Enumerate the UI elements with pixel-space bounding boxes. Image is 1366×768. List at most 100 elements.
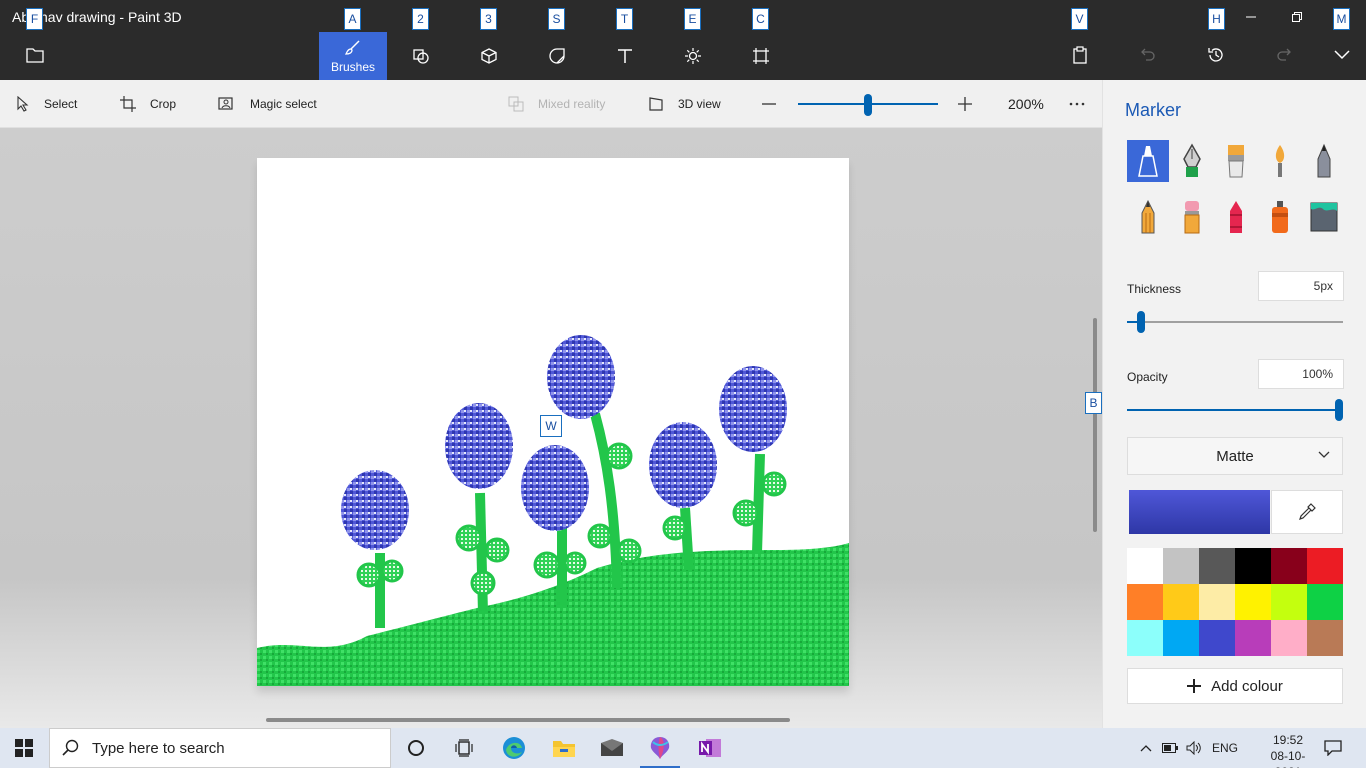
palette-swatch[interactable] <box>1199 584 1235 620</box>
3d-view-button[interactable]: 3D view <box>648 80 721 128</box>
history-button[interactable] <box>1201 40 1231 70</box>
minimize-button[interactable] <box>1228 4 1274 30</box>
minimize-icon <box>1246 16 1256 18</box>
battery-indicator[interactable] <box>1162 728 1178 768</box>
thickness-slider-thumb[interactable] <box>1137 311 1146 333</box>
palette-swatch[interactable] <box>1127 584 1163 620</box>
calligraphy-pen-brush[interactable] <box>1171 140 1213 182</box>
palette-swatch[interactable] <box>1127 548 1163 584</box>
task-view-button[interactable] <box>440 728 488 768</box>
restore-button[interactable] <box>1274 4 1320 30</box>
onenote-app[interactable] <box>686 728 734 768</box>
task-view-icon <box>455 739 473 757</box>
more-options-button[interactable] <box>1069 80 1099 128</box>
edge-app[interactable] <box>490 728 538 768</box>
palette-swatch[interactable] <box>1235 548 1271 584</box>
palette-swatch[interactable] <box>1271 620 1307 656</box>
notifications-button[interactable] <box>1324 728 1342 768</box>
palette-swatch[interactable] <box>1307 548 1343 584</box>
zoom-value: 200% <box>1008 96 1044 112</box>
horizontal-scrollbar[interactable] <box>266 718 790 722</box>
oil-brush-icon <box>1228 145 1244 178</box>
clipboard-icon <box>1073 46 1087 64</box>
cortana-button[interactable] <box>392 728 440 768</box>
magic-select-button[interactable]: Magic select <box>218 80 317 128</box>
brush-icon <box>344 39 360 55</box>
tab-stickers[interactable] <box>523 32 591 80</box>
crayon-brush[interactable] <box>1215 196 1257 238</box>
tab-text[interactable] <box>591 32 659 80</box>
fill-brush[interactable] <box>1303 196 1345 238</box>
palette-swatch[interactable] <box>1271 584 1307 620</box>
spray-can-brush[interactable] <box>1259 196 1301 238</box>
palette-swatch[interactable] <box>1199 620 1235 656</box>
palette-swatch[interactable] <box>1235 620 1271 656</box>
redo-button[interactable] <box>1269 40 1299 70</box>
crop-icon <box>120 96 136 112</box>
oil-brush[interactable] <box>1215 140 1257 182</box>
clock[interactable]: 19:52 08-10-2021 <box>1260 732 1316 768</box>
zoom-in-button[interactable] <box>957 80 987 128</box>
tab-brushes[interactable]: Brushes <box>319 32 387 80</box>
thickness-input[interactable]: 5px <box>1258 271 1344 301</box>
vertical-scrollbar[interactable] <box>1093 318 1097 532</box>
pencil-brush[interactable] <box>1127 196 1169 238</box>
palette-swatch[interactable] <box>1163 620 1199 656</box>
palette-swatch[interactable] <box>1235 584 1271 620</box>
mail-app[interactable] <box>588 728 636 768</box>
palette-swatch[interactable] <box>1163 548 1199 584</box>
keytip-2d-shapes: 2 <box>412 8 429 30</box>
palette-swatch[interactable] <box>1307 584 1343 620</box>
finish-value: Matte <box>1216 447 1254 465</box>
palette-swatch[interactable] <box>1199 548 1235 584</box>
palette-swatch[interactable] <box>1307 620 1343 656</box>
palette-swatch[interactable] <box>1127 620 1163 656</box>
crayon-icon <box>1230 201 1242 233</box>
watercolor-icon <box>1275 145 1285 177</box>
add-colour-button[interactable]: Add colour <box>1127 668 1343 704</box>
cortana-icon <box>408 740 424 756</box>
tab-3d-shapes[interactable] <box>455 32 523 80</box>
pixel-pen-brush[interactable] <box>1303 140 1345 182</box>
language-indicator[interactable]: ENG <box>1212 728 1238 768</box>
zoom-out-button[interactable] <box>761 80 791 128</box>
start-button[interactable] <box>0 728 48 768</box>
paint-3d-app[interactable] <box>636 728 684 768</box>
cube-icon <box>481 48 497 64</box>
title-bar: Abhinav drawing - Paint 3D Brushes F A 2… <box>0 0 1366 80</box>
thickness-slider[interactable] <box>1127 321 1343 323</box>
keytip-canvas: C <box>752 8 769 30</box>
show-hidden-icons-button[interactable] <box>1140 728 1152 768</box>
3d-view-label: 3D view <box>678 97 721 111</box>
palette-swatch[interactable] <box>1163 584 1199 620</box>
keytip-history: H <box>1208 8 1225 30</box>
watercolor-brush[interactable] <box>1259 140 1301 182</box>
mixed-reality-button[interactable]: Mixed reality <box>508 80 605 128</box>
tab-canvas[interactable] <box>727 32 795 80</box>
opacity-slider-thumb[interactable] <box>1335 399 1343 421</box>
zoom-slider-thumb[interactable] <box>864 94 872 116</box>
volume-indicator[interactable] <box>1186 728 1202 768</box>
select-button[interactable]: Select <box>16 80 77 128</box>
mail-icon <box>601 739 623 756</box>
marker-brush[interactable] <box>1127 140 1169 182</box>
cursor-icon <box>17 96 29 112</box>
palette-swatch[interactable] <box>1271 548 1307 584</box>
eyedropper-icon <box>1299 503 1316 520</box>
opacity-input[interactable]: 100% <box>1258 359 1344 389</box>
menu-button[interactable] <box>1327 40 1357 70</box>
finish-dropdown[interactable]: Matte <box>1127 437 1343 475</box>
eyedropper-button[interactable] <box>1271 490 1343 534</box>
file-explorer-app[interactable] <box>540 728 588 768</box>
open-menu-button[interactable] <box>20 40 50 70</box>
paste-button[interactable] <box>1065 40 1095 70</box>
tab-2d-shapes[interactable] <box>387 32 455 80</box>
crop-button[interactable]: Crop <box>120 80 176 128</box>
folder-icon <box>26 48 44 63</box>
taskbar-search[interactable]: Type here to search <box>49 728 391 768</box>
current-color-swatch[interactable] <box>1129 490 1270 534</box>
chevron-up-icon <box>1140 745 1152 752</box>
tab-effects[interactable] <box>659 32 727 80</box>
undo-button[interactable] <box>1133 40 1163 70</box>
eraser-brush[interactable] <box>1171 196 1213 238</box>
